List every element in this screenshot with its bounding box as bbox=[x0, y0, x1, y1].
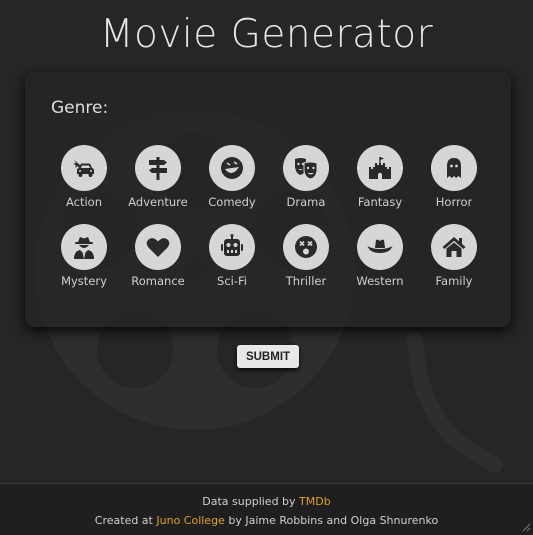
genre-option-western[interactable]: Western bbox=[343, 224, 417, 303]
laugh-icon bbox=[209, 145, 255, 191]
genre-option-thriller[interactable]: Thriller bbox=[269, 224, 343, 303]
genre-label-family: Family bbox=[435, 274, 473, 288]
genre-option-adventure[interactable]: Adventure bbox=[121, 145, 195, 224]
footer-data-prefix: Data supplied by bbox=[202, 495, 300, 508]
genre-label-drama: Drama bbox=[286, 195, 326, 209]
footer-data-credit: Data supplied by TMDb bbox=[0, 495, 533, 508]
dizzy-face-icon bbox=[283, 224, 329, 270]
car-crash-icon bbox=[61, 145, 107, 191]
genre-label-western: Western bbox=[356, 274, 404, 288]
footer-created-prefix: Created at bbox=[94, 514, 157, 527]
genre-label-adventure: Adventure bbox=[128, 195, 188, 209]
footer-authors: by Jaime Robbins and Olga Shnurenko bbox=[224, 514, 439, 527]
genre-label-horror: Horror bbox=[435, 195, 473, 209]
castle-icon bbox=[357, 145, 403, 191]
genre-option-family[interactable]: Family bbox=[417, 224, 491, 303]
signpost-icon bbox=[135, 145, 181, 191]
footer-creator-credit: Created at Juno College by Jaime Robbins… bbox=[0, 514, 533, 527]
theater-masks-icon bbox=[283, 145, 329, 191]
submit-button[interactable]: SUBMIT bbox=[237, 345, 299, 368]
juno-college-link[interactable]: Juno College bbox=[156, 514, 224, 527]
genre-label: Genre: bbox=[51, 98, 109, 118]
genre-label-mystery: Mystery bbox=[61, 274, 107, 288]
genre-label-fantasy: Fantasy bbox=[357, 195, 403, 209]
heart-icon bbox=[135, 224, 181, 270]
genre-form-card: Genre: Action Adventure Comedy Drama Fan… bbox=[25, 72, 511, 327]
genre-label-scifi: Sci-Fi bbox=[217, 274, 247, 288]
home-icon bbox=[431, 224, 477, 270]
footer: Data supplied by TMDb Created at Juno Co… bbox=[0, 483, 533, 535]
spy-icon bbox=[61, 224, 107, 270]
genre-option-mystery[interactable]: Mystery bbox=[47, 224, 121, 303]
genre-option-romance[interactable]: Romance bbox=[121, 224, 195, 303]
genre-grid: Action Adventure Comedy Drama Fantasy Ho… bbox=[47, 145, 491, 303]
genre-label-thriller: Thriller bbox=[285, 274, 327, 288]
genre-label-comedy: Comedy bbox=[208, 195, 256, 209]
genre-option-action[interactable]: Action bbox=[47, 145, 121, 224]
ghost-icon bbox=[431, 145, 477, 191]
genre-option-drama[interactable]: Drama bbox=[269, 145, 343, 224]
genre-option-fantasy[interactable]: Fantasy bbox=[343, 145, 417, 224]
cowboy-hat-icon bbox=[357, 224, 403, 270]
genre-label-action: Action bbox=[65, 195, 103, 209]
genre-label-romance: Romance bbox=[131, 274, 185, 288]
genre-option-comedy[interactable]: Comedy bbox=[195, 145, 269, 224]
robot-icon bbox=[209, 224, 255, 270]
genre-option-horror[interactable]: Horror bbox=[417, 145, 491, 224]
genre-option-scifi[interactable]: Sci-Fi bbox=[195, 224, 269, 303]
page-title: Movie Generator bbox=[99, 12, 434, 57]
tmdb-link[interactable]: TMDb bbox=[299, 495, 331, 508]
resize-grip-icon[interactable] bbox=[521, 522, 531, 532]
